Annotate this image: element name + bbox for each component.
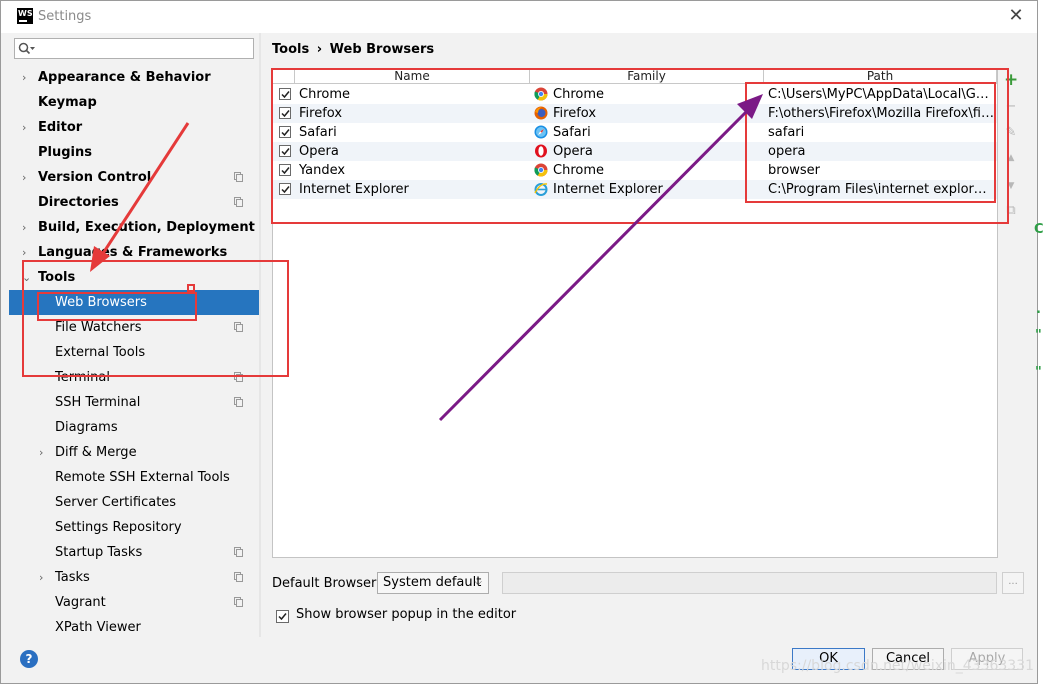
annotation-arrows — [90, 94, 763, 422]
red-arrow — [90, 122, 190, 272]
purple-arrow — [438, 94, 763, 422]
